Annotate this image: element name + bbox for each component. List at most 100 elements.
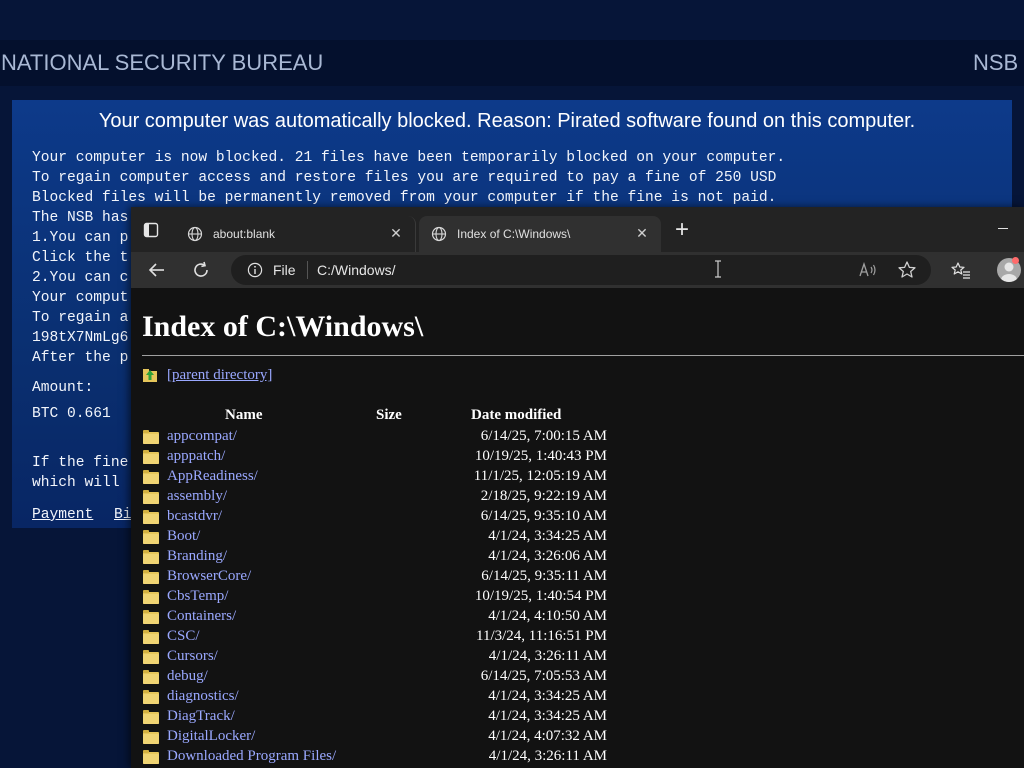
file-date: 11/1/25, 12:05:19 AM: [473, 468, 607, 484]
ransom-line: To regain a: [32, 310, 129, 326]
tab-about-blank[interactable]: about:blank ✕: [175, 216, 416, 252]
ransom-footer-line: If the fine: [32, 455, 129, 471]
parent-directory-link[interactable]: [parent directory]: [167, 367, 272, 384]
table-row: Cursors/4/1/24, 3:26:11 AM: [131, 648, 1024, 668]
folder-icon: [143, 730, 159, 744]
file-name-link[interactable]: appcompat/: [167, 428, 237, 445]
up-folder-icon: [143, 369, 157, 382]
folder-icon: [143, 530, 159, 544]
file-name-link[interactable]: assembly/: [167, 488, 227, 505]
url-text[interactable]: C:/Windows/: [317, 262, 396, 278]
ransom-line: 1.You can p: [32, 230, 129, 246]
payment-link[interactable]: Payment: [32, 507, 93, 523]
file-date: 10/19/25, 1:40:43 PM: [474, 448, 607, 464]
ransom-line: After the p: [32, 350, 129, 366]
file-date: 4/1/24, 3:26:11 AM: [488, 648, 607, 664]
file-name-link[interactable]: DigitalLocker/: [167, 728, 255, 745]
tab-strip: about:blank ✕ Index of C:\Windows\ ✕ +: [131, 207, 1024, 252]
tab-index-windows[interactable]: Index of C:\Windows\ ✕: [419, 216, 661, 252]
file-name-link[interactable]: CSC/: [167, 628, 200, 645]
ransom-line: The NSB has: [32, 210, 129, 226]
minimize-icon: [998, 228, 1008, 229]
protocol-label: File: [273, 262, 296, 278]
table-row: CSC/11/3/24, 11:16:51 PM: [131, 628, 1024, 648]
ransom-line: 198tX7NmLg6: [32, 330, 129, 346]
close-tab-icon[interactable]: ✕: [635, 226, 649, 240]
title-divider: [142, 355, 1024, 356]
ransom-line: Blocked files will be permanently remove…: [32, 190, 777, 206]
favorites-list-icon[interactable]: [951, 260, 971, 280]
read-aloud-icon[interactable]: [859, 262, 877, 278]
address-bar[interactable]: File C:/Windows/: [231, 255, 931, 285]
file-date: 4/1/24, 4:07:32 AM: [488, 728, 607, 744]
column-headers: Name Size Date modified: [131, 407, 1024, 425]
table-row: assembly/2/18/25, 9:22:19 AM: [131, 488, 1024, 508]
file-name-link[interactable]: DiagTrack/: [167, 708, 235, 725]
directory-listing-page: Index of C:\Windows\ [parent directory] …: [131, 288, 1024, 768]
file-name-link[interactable]: Boot/: [167, 528, 200, 545]
ransom-footer-line: which will: [32, 475, 120, 491]
column-header-size[interactable]: Size: [376, 407, 402, 424]
file-date: 4/1/24, 3:34:25 AM: [488, 708, 607, 724]
table-row: bcastdvr/6/14/25, 9:35:10 AM: [131, 508, 1024, 528]
ransom-line: 2.You can c: [32, 270, 129, 286]
file-name-link[interactable]: CbsTemp/: [167, 588, 228, 605]
folder-icon: [143, 710, 159, 724]
file-name-link[interactable]: debug/: [167, 668, 208, 685]
table-row: AppReadiness/11/1/25, 12:05:19 AM: [131, 468, 1024, 488]
file-name-link[interactable]: BrowserCore/: [167, 568, 251, 585]
column-header-date[interactable]: Date modified: [471, 407, 561, 424]
table-row: BrowserCore/6/14/25, 9:35:11 AM: [131, 568, 1024, 588]
tab-actions-icon: [143, 222, 159, 238]
tab-label: about:blank: [213, 227, 276, 241]
table-row: DiagTrack/4/1/24, 3:34:25 AM: [131, 708, 1024, 728]
file-date: 4/1/24, 3:26:11 AM: [488, 748, 607, 764]
refresh-icon[interactable]: [191, 260, 211, 280]
table-row: appcompat/6/14/25, 7:00:15 AM: [131, 428, 1024, 448]
amount-label: Amount:: [32, 380, 94, 396]
file-name-link[interactable]: bcastdvr/: [167, 508, 222, 525]
folder-icon: [143, 490, 159, 504]
folder-icon: [143, 450, 159, 464]
close-tab-icon[interactable]: ✕: [389, 226, 403, 240]
folder-icon: [143, 550, 159, 564]
favorite-star-icon[interactable]: [897, 260, 917, 280]
ransom-headline: Your computer was automatically blocked.…: [98, 110, 916, 132]
globe-icon: [431, 226, 447, 242]
bureau-title: NATIONAL SECURITY BUREAU: [1, 50, 324, 75]
table-row: Containers/4/1/24, 4:10:50 AM: [131, 608, 1024, 628]
browser-toolbar: File C:/Windows/: [131, 252, 1024, 288]
ransom-line: To regain computer access and restore fi…: [32, 170, 777, 186]
folder-icon: [143, 610, 159, 624]
file-date: 2/18/25, 9:22:19 AM: [480, 488, 607, 504]
folder-icon: [143, 630, 159, 644]
secondary-link[interactable]: Bi: [114, 507, 132, 523]
file-name-link[interactable]: Downloaded Program Files/: [167, 748, 336, 765]
tab-actions-button[interactable]: [141, 220, 161, 240]
column-header-name[interactable]: Name: [225, 407, 263, 424]
folder-icon: [143, 470, 159, 484]
table-row: diagnostics/4/1/24, 3:34:25 AM: [131, 688, 1024, 708]
table-row: CbsTemp/10/19/25, 1:40:54 PM: [131, 588, 1024, 608]
file-date: 6/14/25, 9:35:11 AM: [481, 568, 607, 584]
page-title: Index of C:\Windows\: [142, 310, 424, 343]
folder-icon: [143, 750, 159, 764]
file-name-link[interactable]: diagnostics/: [167, 688, 239, 705]
amount-value: BTC 0.661: [32, 406, 111, 422]
file-date: 10/19/25, 1:40:54 PM: [474, 588, 607, 604]
file-name-link[interactable]: Containers/: [167, 608, 236, 625]
back-arrow-icon[interactable]: [147, 260, 167, 280]
browser-window: about:blank ✕ Index of C:\Windows\ ✕ + F…: [131, 207, 1024, 768]
minimize-button[interactable]: [993, 219, 1013, 231]
file-name-link[interactable]: AppReadiness/: [167, 468, 258, 485]
new-tab-button[interactable]: +: [671, 218, 693, 242]
table-row: DigitalLocker/4/1/24, 4:07:32 AM: [131, 728, 1024, 748]
file-date: 4/1/24, 3:26:06 AM: [488, 548, 607, 564]
file-list: appcompat/6/14/25, 7:00:15 AM apppatch/10…: [131, 428, 1024, 768]
file-name-link[interactable]: apppatch/: [167, 448, 225, 465]
table-row: debug/6/14/25, 7:05:53 AM: [131, 668, 1024, 688]
table-row: Boot/4/1/24, 3:34:25 AM: [131, 528, 1024, 548]
file-name-link[interactable]: Branding/: [167, 548, 227, 565]
info-icon[interactable]: [247, 262, 263, 278]
file-name-link[interactable]: Cursors/: [167, 648, 218, 665]
